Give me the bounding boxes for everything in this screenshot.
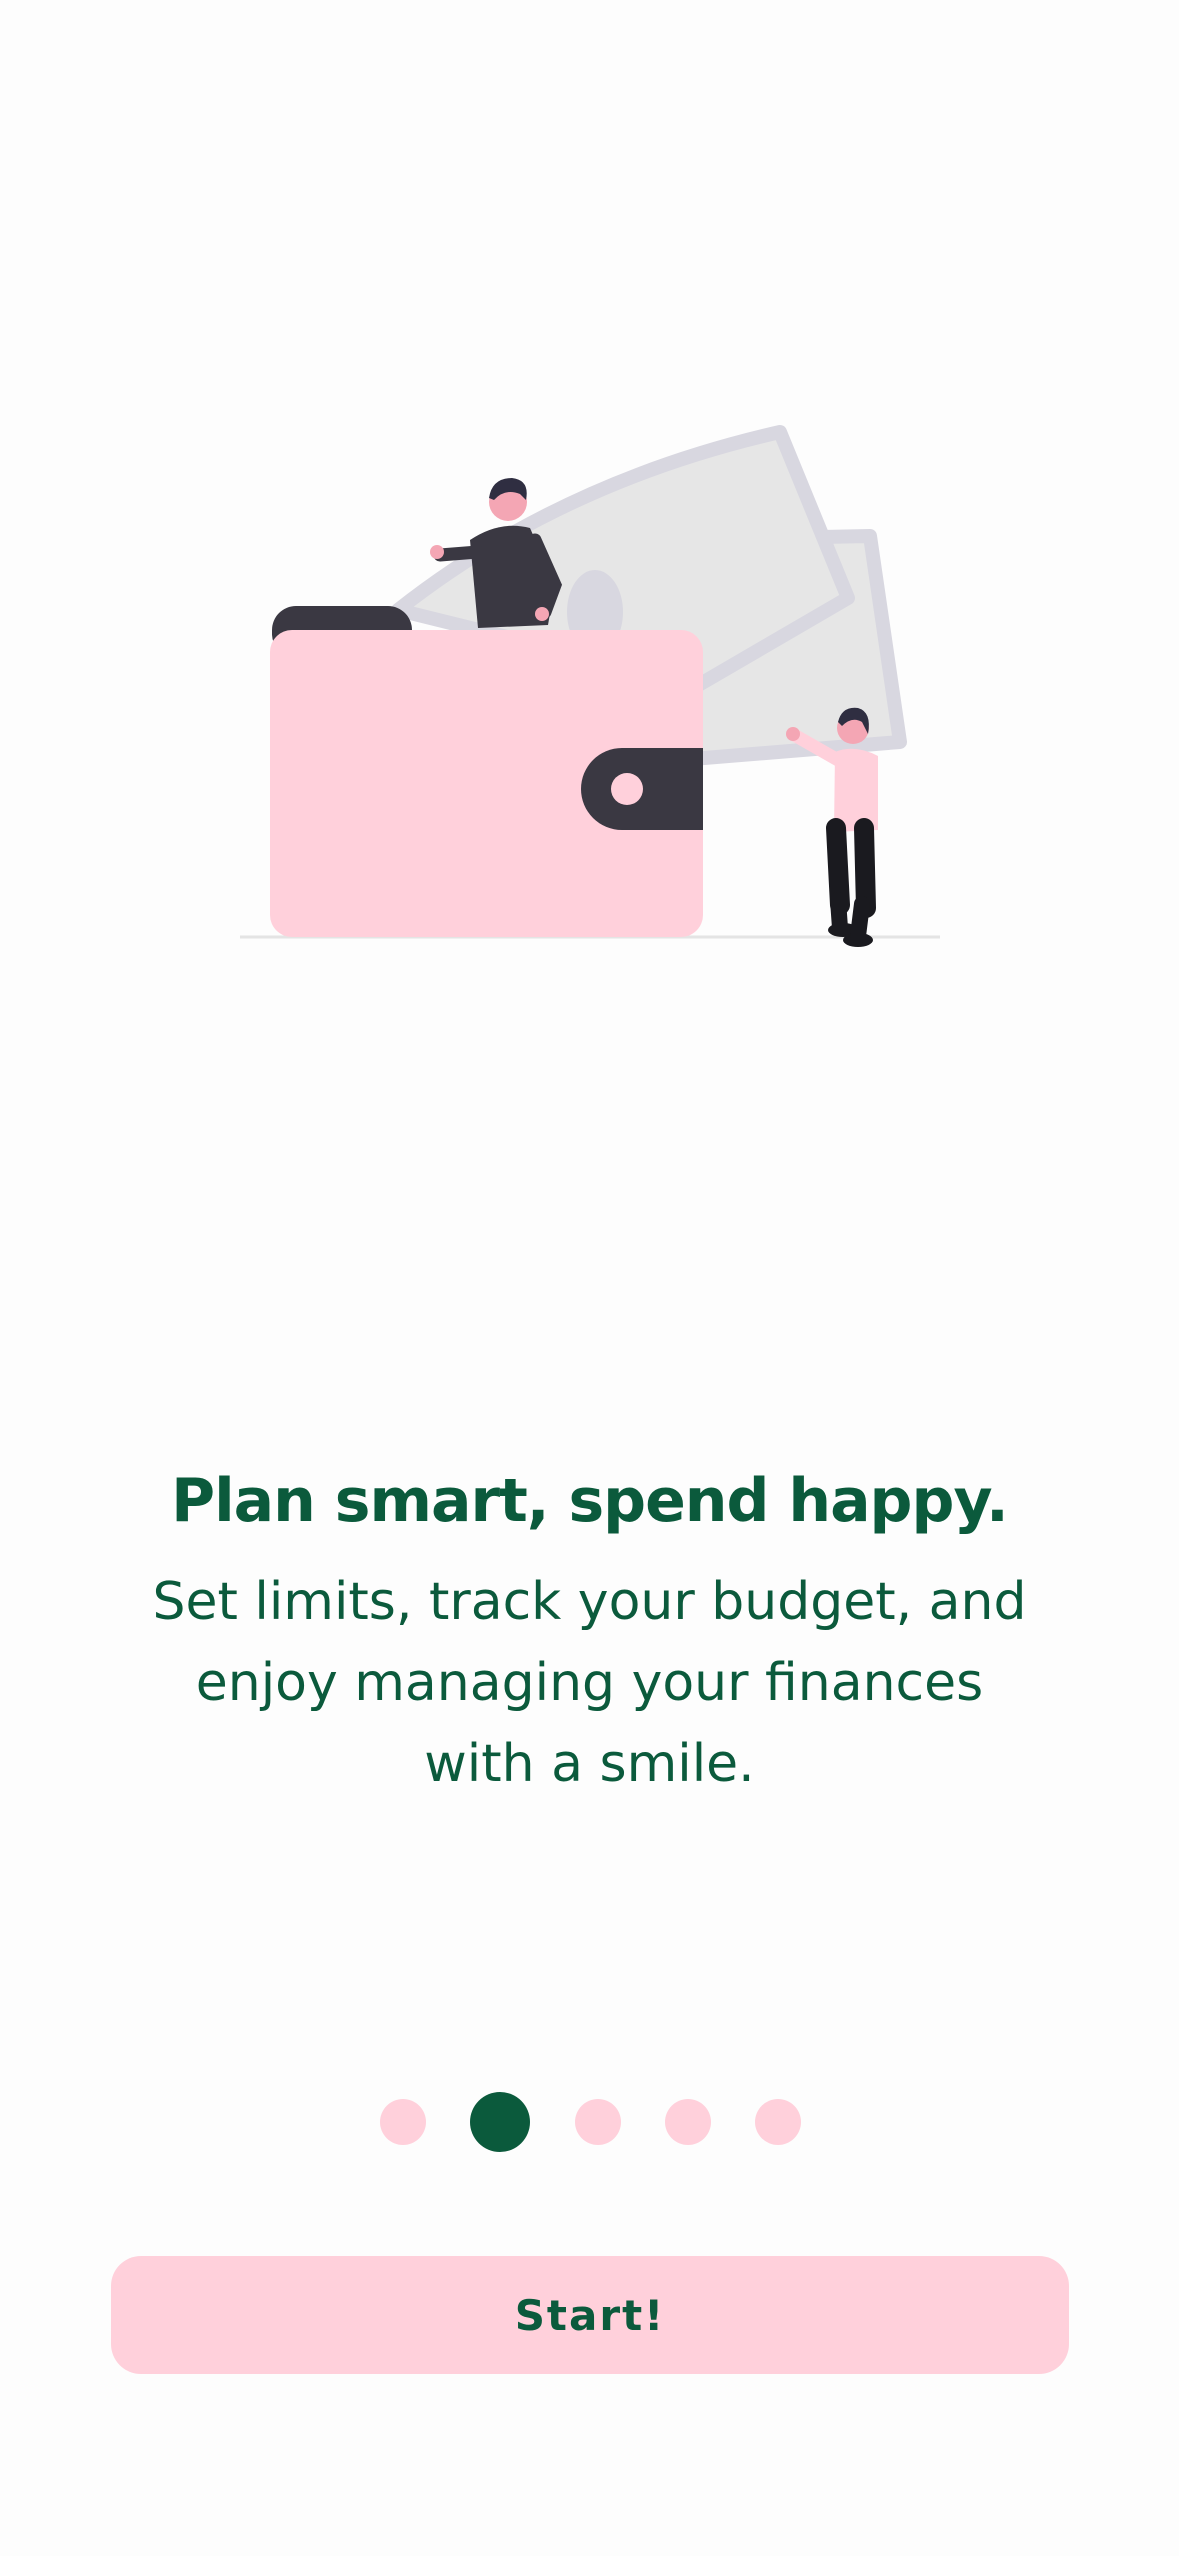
onboarding-screen: Plan smart, spend happy. Set limits, tra…	[0, 0, 1179, 2556]
page-dot-4[interactable]	[665, 2099, 711, 2145]
page-indicator	[0, 2092, 1179, 2152]
page-dot-3[interactable]	[575, 2099, 621, 2145]
onboarding-body: Set limits, track your budget, and enjoy…	[152, 1572, 1027, 1794]
page-dot-5[interactable]	[755, 2099, 801, 2145]
page-dot-1[interactable]	[380, 2099, 426, 2145]
wallet-money-illustration	[240, 425, 940, 947]
onboarding-headline: Plan smart, spend happy.	[171, 1466, 1009, 1536]
start-button[interactable]: Start!	[111, 2256, 1069, 2374]
wallet-clasp-button	[611, 773, 643, 805]
onboarding-text: Plan smart, spend happy. Set limits, tra…	[100, 1462, 1079, 1805]
page-dot-2-active[interactable]	[470, 2092, 530, 2152]
